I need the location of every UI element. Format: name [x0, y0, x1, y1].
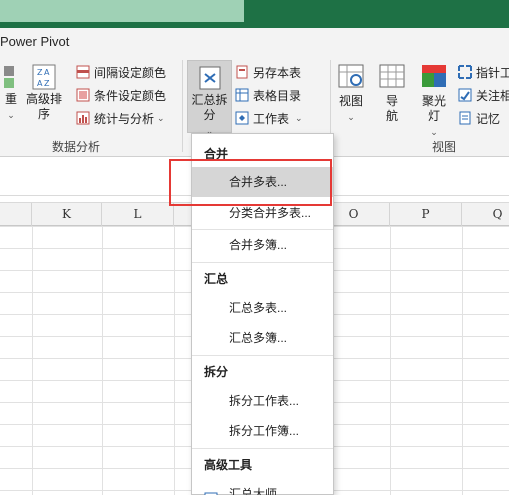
- interval-color-icon: [76, 65, 90, 79]
- navigation-icon: [374, 62, 410, 94]
- stats-analysis-button[interactable]: 统计与分析 ⌄: [76, 108, 165, 128]
- navigation-label-2: 航: [385, 109, 398, 123]
- view-label: 视图: [338, 94, 363, 108]
- menu-item-split-worksheet[interactable]: 拆分工作表...: [192, 386, 333, 416]
- pointer-tool-button[interactable]: 指针工: [458, 62, 509, 82]
- group-label-data-analysis: 数据分析: [52, 140, 101, 154]
- svg-text:A: A: [37, 79, 43, 88]
- highlight-box: [169, 159, 332, 206]
- chevron-down-icon: ⌄: [430, 127, 438, 137]
- summarize-split-label-1: 汇总拆: [191, 93, 228, 107]
- column-header-blank: [0, 203, 32, 226]
- column-header-l[interactable]: L: [102, 203, 174, 226]
- reorganize-icon: [2, 62, 16, 92]
- view-icon: [334, 62, 368, 94]
- navigation-label-1: 导: [385, 94, 398, 108]
- summarize-split-label-2: 分: [203, 108, 216, 122]
- grid-column-line: [102, 226, 103, 495]
- memo-label: 记忆: [476, 111, 501, 126]
- pointer-tool-icon: [458, 65, 472, 79]
- grid-column-line: [32, 226, 33, 495]
- chevron-down-icon: ⌄: [295, 112, 303, 123]
- svg-text:A: A: [44, 68, 50, 77]
- view-button[interactable]: 视图 ⌄: [334, 62, 368, 123]
- stats-analysis-label: 统计与分析: [94, 111, 155, 126]
- watch-button[interactable]: 关注相: [458, 85, 509, 105]
- pointer-tool-label: 指针工: [476, 65, 509, 80]
- interval-color-button[interactable]: 间隔设定颜色: [76, 62, 166, 82]
- grid-column-line: [390, 226, 391, 495]
- stats-icon: [76, 111, 90, 125]
- menu-item-split-workbook[interactable]: 拆分工作簿...: [192, 416, 333, 446]
- menu-divider: [192, 448, 333, 449]
- save-sheet-as-label: 另存本表: [253, 65, 302, 80]
- watch-icon: [458, 88, 472, 102]
- conditional-color-button[interactable]: 条件设定颜色: [76, 85, 166, 105]
- watch-label: 关注相: [476, 88, 509, 103]
- menu-item-summarize-workbooks[interactable]: 汇总多簿...: [192, 323, 333, 353]
- reorganize-label: 重: [4, 92, 17, 106]
- menu-section-summary: 汇总: [204, 272, 229, 286]
- worksheet-button[interactable]: 工作表 ⌄: [235, 108, 303, 128]
- save-sheet-as-button[interactable]: 另存本表: [235, 62, 301, 82]
- summarize-split-button[interactable]: 汇总拆 分 ⌄: [187, 60, 232, 136]
- chevron-down-icon: ⌄: [157, 112, 165, 123]
- title-bar-pane: [0, 0, 244, 22]
- tab-power-pivot[interactable]: Power Pivot: [0, 34, 69, 49]
- worksheet-icon: [235, 111, 249, 125]
- summarize-split-icon: [188, 61, 231, 93]
- interval-color-label: 间隔设定颜色: [94, 65, 167, 80]
- table-directory-button[interactable]: 表格目录: [235, 85, 301, 105]
- spotlight-button[interactable]: 聚光 灯 ⌄: [416, 62, 452, 138]
- group-label-view: 视图: [432, 140, 457, 154]
- column-header-q[interactable]: Q: [462, 203, 509, 226]
- menu-item-summary-master[interactable]: 汇总大师: [192, 479, 333, 495]
- group-separator: [182, 60, 183, 152]
- spotlight-label-1: 聚光: [421, 94, 446, 108]
- column-header-k[interactable]: K: [32, 203, 102, 226]
- table-directory-label: 表格目录: [253, 88, 302, 103]
- advanced-sort-label-2: 序: [37, 107, 50, 121]
- chevron-down-icon: ⌄: [347, 112, 355, 122]
- spotlight-label-2: 灯: [427, 109, 440, 123]
- title-bar: [0, 0, 509, 28]
- conditional-color-icon: [76, 88, 90, 102]
- summary-master-label: 汇总大师: [229, 487, 278, 495]
- chevron-down-icon: ⌄: [7, 110, 15, 120]
- menu-section-split: 拆分: [204, 365, 229, 379]
- worksheet-label: 工作表: [253, 111, 290, 126]
- grid-column-line: [462, 226, 463, 495]
- svg-text:Z: Z: [44, 79, 50, 88]
- reorganize-button[interactable]: 重 ⌄: [0, 62, 22, 121]
- table-directory-icon: [235, 88, 249, 102]
- menu-item-summarize-sheets[interactable]: 汇总多表...: [192, 293, 333, 323]
- menu-item-merge-workbooks[interactable]: 合并多簿...: [192, 230, 333, 260]
- navigation-button[interactable]: 导 航: [374, 62, 410, 124]
- conditional-color-label: 条件设定颜色: [94, 88, 167, 103]
- memo-icon: [458, 111, 472, 125]
- menu-divider: [192, 262, 333, 263]
- spotlight-icon: [416, 62, 452, 94]
- menu-divider: [192, 355, 333, 356]
- grid-column-line: [174, 226, 175, 495]
- advanced-sort-button[interactable]: ZAAZ 高级排 序: [24, 62, 64, 122]
- sort-az-icon: ZAAZ: [24, 62, 64, 92]
- memo-button[interactable]: 记忆: [458, 108, 500, 128]
- save-sheet-icon: [235, 65, 249, 79]
- svg-text:Z: Z: [37, 68, 43, 77]
- ribbon-tab-strip: Power Pivot: [0, 28, 509, 56]
- advanced-sort-label-1: 高级排: [25, 92, 62, 106]
- summary-master-icon: [204, 487, 218, 495]
- column-header-p[interactable]: P: [390, 203, 462, 226]
- menu-section-advanced-tools: 高级工具: [204, 458, 253, 472]
